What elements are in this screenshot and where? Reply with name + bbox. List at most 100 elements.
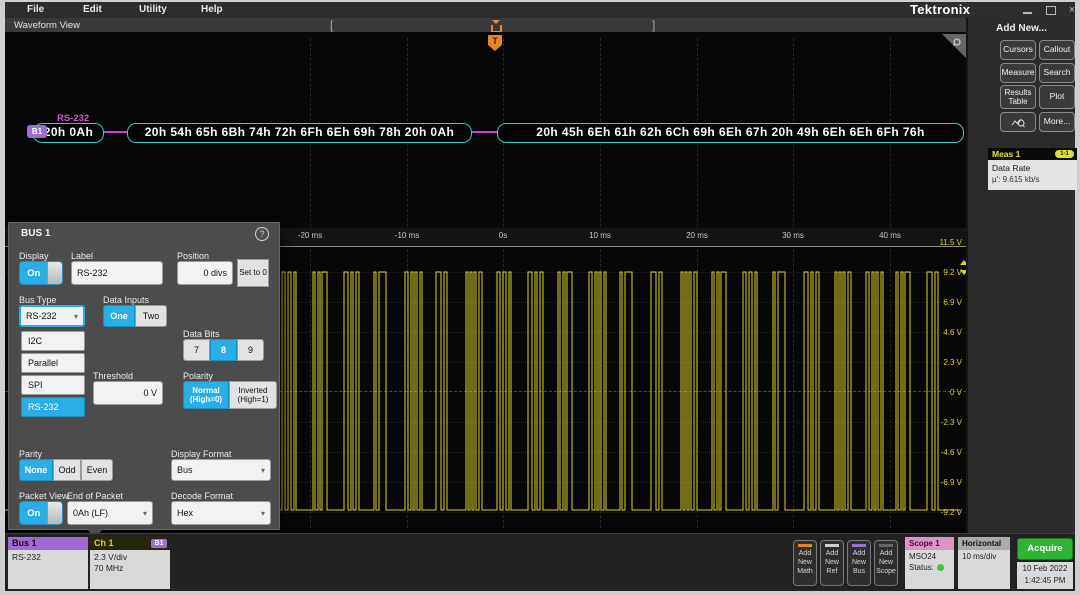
packet-view-toggle[interactable]: On — [19, 501, 63, 525]
end-of-packet-label: End of Packet — [67, 491, 123, 501]
menu-bar: File Edit Utility Help Tektronix × — [5, 2, 1075, 18]
channel-scroll-down-icon[interactable] — [960, 270, 966, 275]
label-field[interactable]: RS-232 — [71, 261, 163, 285]
zoom-bracket-left[interactable]: [ — [330, 18, 333, 33]
channel-scroll-up-icon[interactable] — [960, 260, 966, 265]
data-inputs-label: Data Inputs — [103, 295, 149, 305]
zoom-bracket-right[interactable]: ] — [652, 18, 655, 33]
time-tick: 10 ms — [589, 231, 611, 240]
zoom-overview-icon — [1011, 116, 1025, 128]
polarity-normal-button[interactable]: Normal(High=0) — [183, 381, 229, 409]
volt-tick: 9.2 V — [922, 268, 962, 277]
decode-connector — [102, 131, 127, 133]
data-inputs-two-button[interactable]: Two — [135, 305, 167, 327]
more-button[interactable]: More... — [1039, 112, 1075, 132]
display-toggle[interactable]: On — [19, 261, 63, 285]
volt-tick: 2.3 V — [922, 358, 962, 367]
threshold-field[interactable]: 0 V — [93, 381, 163, 405]
add-new-scope-button[interactable]: AddNewScope — [874, 540, 898, 586]
volt-tick: 4.6 V — [922, 328, 962, 337]
time-tick: 0s — [499, 231, 507, 240]
bus-type-dropdown[interactable]: RS-232▾ — [19, 305, 85, 327]
plot-button[interactable]: Plot — [1039, 85, 1075, 109]
bus-type-value: RS-232 — [26, 311, 57, 321]
dialog-title: BUS 1 — [21, 228, 50, 239]
add-new-math-button[interactable]: AddNewMath — [793, 540, 817, 586]
bus-type-option-spi[interactable]: SPI — [21, 375, 85, 395]
volt-tick: 6.9 V — [922, 298, 962, 307]
parity-label: Parity — [19, 449, 42, 459]
scope-color-line — [879, 544, 893, 547]
position-label: Position — [177, 251, 209, 261]
cursors-button[interactable]: Cursors — [1000, 40, 1036, 60]
data-bits-9-button[interactable]: 9 — [237, 339, 264, 361]
expansion-point-caret-icon — [492, 20, 500, 24]
measure-button[interactable]: Measure — [1000, 63, 1036, 83]
meas1-badge[interactable]: Meas 1 1-1 Data Rate µ': 9.615 kb/s — [988, 148, 1077, 190]
polarity-inverted-button[interactable]: Inverted(High=1) — [229, 381, 277, 409]
meas1-title: Meas 1 — [992, 149, 1020, 159]
zoom-corner-button[interactable] — [942, 34, 966, 58]
data-bits-7-button[interactable]: 7 — [183, 339, 210, 361]
add-new-ref-button[interactable]: AddNewRef — [820, 540, 844, 586]
parity-even-button[interactable]: Even — [81, 459, 113, 481]
time-tick: 40 ms — [879, 231, 901, 240]
close-icon[interactable]: × — [1064, 4, 1080, 16]
display-format-dropdown[interactable]: Bus▾ — [171, 459, 271, 481]
bus-type-option-i2c[interactable]: I2C — [21, 331, 85, 351]
horizontal-badge[interactable]: Horizontal 10 ms/div — [958, 537, 1010, 589]
menu-edit[interactable]: Edit — [83, 3, 102, 17]
help-icon[interactable]: ? — [255, 227, 269, 241]
toggle-knob — [47, 502, 62, 524]
minimize-icon[interactable] — [1020, 4, 1036, 16]
time-tick: -20 ms — [298, 231, 322, 240]
scope1-badge[interactable]: Scope 1 MSO24 Status: — [905, 537, 954, 589]
decode-format-label: Decode Format — [171, 491, 233, 501]
menu-utility[interactable]: Utility — [139, 3, 167, 17]
decode-format-dropdown[interactable]: Hex▾ — [171, 501, 271, 525]
set-to-zero-button[interactable]: Set to 0 — [237, 259, 269, 287]
callout-button[interactable]: Callout — [1039, 40, 1075, 60]
bus-type-option-parallel[interactable]: Parallel — [21, 353, 85, 373]
menu-file[interactable]: File — [27, 3, 44, 17]
zoom-overview-button[interactable] — [1000, 112, 1036, 132]
maximize-icon[interactable] — [1042, 4, 1058, 16]
chevron-down-icon: ▾ — [261, 509, 265, 518]
time-tick: -10 ms — [395, 231, 419, 240]
display-label: Display — [19, 251, 49, 261]
data-bits-8-button[interactable]: 8 — [210, 339, 237, 361]
parity-none-button[interactable]: None — [19, 459, 53, 481]
position-field[interactable]: 0 divs — [177, 261, 233, 285]
volt-tick: -4.6 V — [922, 448, 962, 457]
volt-tick: -6.9 V — [922, 478, 962, 487]
polarity-label: Polarity — [183, 371, 213, 381]
data-bits-label: Data Bits — [183, 329, 220, 339]
bus1-badge[interactable]: Bus 1 RS-232 — [8, 537, 88, 589]
acquire-button[interactable]: Acquire — [1017, 538, 1073, 560]
tab-waveform-view[interactable]: Waveform View — [14, 19, 80, 33]
data-inputs-one-button[interactable]: One — [103, 305, 135, 327]
meas1-badge-body: Data Rate µ': 9.615 kb/s — [988, 160, 1077, 190]
chevron-down-icon: ▾ — [143, 509, 147, 518]
status-ok-dot — [937, 564, 944, 571]
menu-help[interactable]: Help — [201, 3, 223, 17]
right-sidebar: Add New... Cursors Callout Measure Searc… — [966, 18, 1075, 533]
add-new-bus-button[interactable]: AddNewBus — [847, 540, 871, 586]
search-button[interactable]: Search — [1039, 63, 1075, 83]
threshold-label: Threshold — [93, 371, 133, 381]
bus-color-line — [852, 544, 866, 547]
parity-odd-button[interactable]: Odd — [53, 459, 81, 481]
trigger-flag-icon[interactable]: T — [488, 35, 502, 51]
ch1-badge-body: 2.3 V/div70 MHz — [90, 550, 170, 589]
ch1-badge[interactable]: Ch 1 B1 2.3 V/div70 MHz — [90, 537, 170, 589]
end-of-packet-dropdown[interactable]: 0Ah (LF)▾ — [67, 501, 153, 525]
toggle-on-label: On — [20, 262, 47, 284]
scope1-title: Scope 1 — [905, 537, 954, 550]
label-label: Label — [71, 251, 93, 261]
scope1-body: MSO24 Status: — [905, 550, 954, 589]
decode-connector — [470, 131, 497, 133]
results-table-button[interactable]: Results Table — [1000, 85, 1036, 109]
bus-type-option-rs232[interactable]: RS-232 — [21, 397, 85, 417]
volt-tick: -2.3 V — [922, 418, 962, 427]
packet-view-label: Packet View — [19, 491, 68, 501]
